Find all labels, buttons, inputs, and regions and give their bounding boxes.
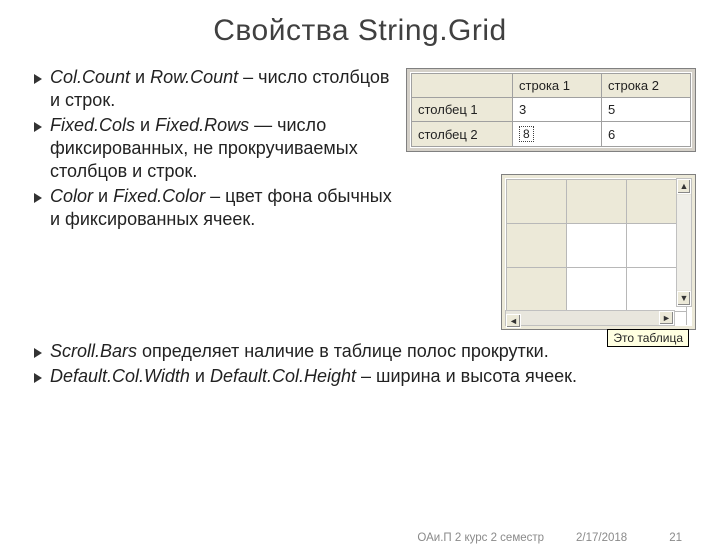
bullet-item: Fixed.Cols и Fixed.Rows — число фиксиров… xyxy=(34,114,392,183)
stringgrid-scroll-table xyxy=(506,179,687,326)
grid-cell[interactable]: 6 xyxy=(602,122,691,147)
grid-fixed-cell: столбец 1 xyxy=(412,98,513,122)
slide-title: Свойства String.Grid xyxy=(0,14,720,48)
grid-cell[interactable]: 3 xyxy=(513,98,602,122)
bullet-list-top: Col.Count и Row.Count – число столбцов и… xyxy=(34,66,392,231)
grid-cell-editing[interactable]: 8 xyxy=(513,122,602,147)
scroll-left-arrow-icon[interactable]: ◄ xyxy=(506,314,521,328)
term: Color xyxy=(50,186,93,206)
grid-fixed-cell xyxy=(507,180,567,224)
grid-cell[interactable] xyxy=(567,268,627,312)
footer-page-number: 21 xyxy=(669,532,682,544)
scroll-right-arrow-icon[interactable]: ► xyxy=(659,311,674,325)
term: Row.Count xyxy=(150,67,238,87)
grid-cell[interactable] xyxy=(567,224,627,268)
grid-header-cell: строка 2 xyxy=(602,74,691,98)
grid-cell[interactable]: 5 xyxy=(602,98,691,122)
grid-fixed-cell xyxy=(567,180,627,224)
stringgrid-table: строка 1 строка 2 столбец 1 3 5 столбец … xyxy=(411,73,691,147)
grid-fixed-cell: столбец 2 xyxy=(412,122,513,147)
vertical-scrollbar[interactable]: ▲ ▼ xyxy=(676,178,692,307)
term: Default.Col.Width xyxy=(50,366,190,386)
stringgrid-example: строка 1 строка 2 столбец 1 3 5 столбец … xyxy=(406,68,696,152)
grid-header-cell: строка 1 xyxy=(513,74,602,98)
bullet-list-bottom: Scroll.Bars определяет наличие в таблице… xyxy=(0,340,720,388)
term: Col.Count xyxy=(50,67,130,87)
term: Scroll.Bars xyxy=(50,341,137,361)
horizontal-scrollbar[interactable]: ◄ ► xyxy=(505,310,675,326)
grid-fixed-cell xyxy=(507,224,567,268)
scroll-up-arrow-icon[interactable]: ▲ xyxy=(677,179,691,194)
scroll-down-arrow-icon[interactable]: ▼ xyxy=(677,291,691,306)
cell-editor[interactable]: 8 xyxy=(519,126,534,142)
grid-corner-cell xyxy=(412,74,513,98)
footer-course: ОАи.П 2 курс 2 семестр xyxy=(417,532,544,544)
stringgrid-scroll-example: ▲ ▼ ◄ ► Это таблица xyxy=(501,174,696,330)
footer-date: 2/17/2018 xyxy=(576,532,627,544)
bullet-item: Default.Col.Width и Default.Col.Height –… xyxy=(34,365,696,388)
term: Fixed.Cols xyxy=(50,115,135,135)
term: Fixed.Color xyxy=(113,186,205,206)
bullet-item: Scroll.Bars определяет наличие в таблице… xyxy=(34,340,696,363)
term: Default.Col.Height xyxy=(210,366,356,386)
slide-footer: ОАи.П 2 курс 2 семестр 2/17/2018 21 xyxy=(0,532,720,544)
term: Fixed.Rows xyxy=(155,115,249,135)
grid-fixed-cell xyxy=(507,268,567,312)
scroll-track[interactable] xyxy=(677,195,691,290)
bullet-item: Color и Fixed.Color – цвет фона обычных … xyxy=(34,185,392,231)
bullet-item: Col.Count и Row.Count – число столбцов и… xyxy=(34,66,392,112)
